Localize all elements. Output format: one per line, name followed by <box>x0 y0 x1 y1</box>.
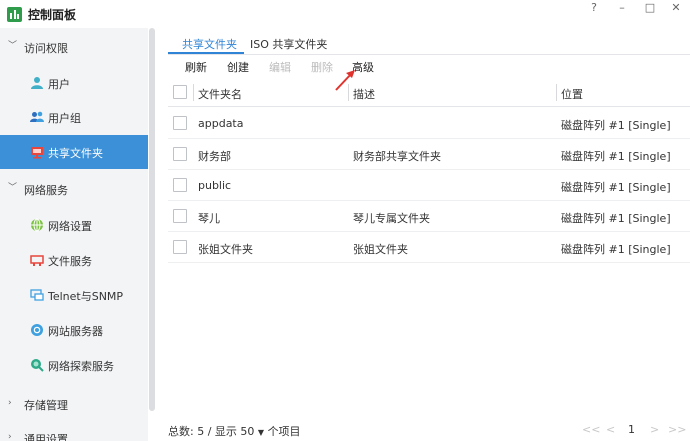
chevron-right-icon: › <box>8 398 12 408</box>
network-discovery-icon <box>31 359 44 372</box>
sidebar-item-file-service[interactable]: 文件服务 <box>0 243 148 277</box>
column-divider[interactable] <box>348 84 349 101</box>
web-server-icon <box>31 324 43 336</box>
help-button[interactable]: ? <box>582 0 606 20</box>
last-page-button[interactable]: >> <box>668 423 686 436</box>
folder-name: 财务部 <box>198 150 231 163</box>
column-header-location[interactable]: 位置 <box>561 86 583 102</box>
page-size-select[interactable]: 50 ▼ <box>240 425 267 438</box>
prev-page-button[interactable]: < <box>606 423 615 436</box>
users-icon <box>30 111 44 122</box>
sidebar-item-shared-folder[interactable]: 共享文件夹 <box>0 135 148 169</box>
sidebar-item-label: 网络探索服务 <box>48 360 114 373</box>
sidebar-group-network[interactable]: ﹀ 网络服务 <box>0 174 148 204</box>
next-page-button[interactable]: > <box>650 423 659 436</box>
folder-location: 磁盘阵列 #1 [Single] <box>561 119 671 132</box>
edit-button[interactable]: 编辑 <box>269 59 291 75</box>
folder-location: 磁盘阵列 #1 [Single] <box>561 243 671 256</box>
sidebar-item-telnet-snmp[interactable]: Telnet与SNMP <box>0 278 148 312</box>
create-button[interactable]: 创建 <box>227 59 249 75</box>
sidebar: ﹀ 访问权限 用户 用户组 共享文件夹 ﹀ 网络服务 网络设置 文件服务 Tel… <box>0 28 148 441</box>
table-footer: 总数: 5 / 显示 50 ▼ 个项目 <box>168 423 301 439</box>
column-divider[interactable] <box>193 84 194 101</box>
item-unit-label: 个项目 <box>267 425 301 438</box>
folder-location: 磁盘阵列 #1 [Single] <box>561 181 671 194</box>
sidebar-group-label: 通用设置 <box>24 433 68 441</box>
sidebar-item-web-server[interactable]: 网站服务器 <box>0 313 148 347</box>
folder-location: 磁盘阵列 #1 [Single] <box>561 212 671 225</box>
column-header-name[interactable]: 文件夹名 <box>198 86 242 102</box>
chevron-right-icon: › <box>8 432 12 441</box>
maximize-button[interactable]: □ <box>638 0 662 20</box>
sidebar-item-label: 用户 <box>48 78 70 91</box>
table-row[interactable]: 琴儿 琴儿专属文件夹 磁盘阵列 #1 [Single] <box>168 201 690 232</box>
item-count-summary: 总数: 5 / 显示 <box>168 425 237 438</box>
sidebar-item-label: 共享文件夹 <box>48 147 103 160</box>
table-row[interactable]: 财务部 财务部共享文件夹 磁盘阵列 #1 [Single] <box>168 139 690 170</box>
folder-description: 琴儿专属文件夹 <box>353 212 430 225</box>
table-row[interactable]: appdata 磁盘阵列 #1 [Single] <box>168 108 690 139</box>
column-header-description[interactable]: 描述 <box>353 86 375 102</box>
monitor-icon <box>30 289 44 301</box>
globe-icon <box>31 218 43 232</box>
table-row[interactable]: public 磁盘阵列 #1 [Single] <box>168 170 690 201</box>
page-size-value: 50 <box>240 425 255 438</box>
title-bar: 控制面板 ? – □ ✕ <box>0 0 690 28</box>
refresh-button[interactable]: 刷新 <box>185 59 207 75</box>
sidebar-group-storage[interactable]: › 存储管理 <box>0 389 148 419</box>
sidebar-group-label: 访问权限 <box>24 42 68 55</box>
folder-name: 琴儿 <box>198 212 220 225</box>
sidebar-item-label: 用户组 <box>48 112 81 125</box>
select-all-checkbox[interactable] <box>173 85 187 99</box>
row-checkbox[interactable] <box>173 209 187 223</box>
row-checkbox[interactable] <box>173 240 187 254</box>
folder-name: 张姐文件夹 <box>198 243 253 256</box>
row-checkbox[interactable] <box>173 178 187 192</box>
file-service-icon <box>30 255 44 266</box>
tab-iso-shared-folder[interactable]: ISO 共享文件夹 <box>250 36 327 52</box>
sidebar-item-label: 网络设置 <box>48 220 92 233</box>
user-icon <box>31 77 43 89</box>
close-button[interactable]: ✕ <box>664 0 688 20</box>
sidebar-item-user[interactable]: 用户 <box>0 66 148 100</box>
sidebar-item-network-discovery[interactable]: 网络探索服务 <box>0 348 148 382</box>
sidebar-scrollbar[interactable] <box>149 28 155 411</box>
folder-name: public <box>198 179 232 192</box>
current-page-number[interactable]: 1 <box>628 423 635 436</box>
column-divider[interactable] <box>556 84 557 101</box>
folder-name: appdata <box>198 117 244 130</box>
sidebar-group-access[interactable]: ﹀ 访问权限 <box>0 32 148 62</box>
sidebar-item-user-group[interactable]: 用户组 <box>0 100 148 134</box>
sidebar-group-label: 存储管理 <box>24 399 68 412</box>
sidebar-group-label: 网络服务 <box>24 184 68 197</box>
delete-button[interactable]: 删除 <box>311 59 333 75</box>
sidebar-group-general[interactable]: › 通用设置 <box>0 423 148 441</box>
minimize-button[interactable]: – <box>610 0 634 20</box>
caret-down-icon: ▼ <box>257 428 265 437</box>
sidebar-item-label: 网站服务器 <box>48 325 103 338</box>
sidebar-item-label: Telnet与SNMP <box>48 290 124 303</box>
row-checkbox[interactable] <box>173 116 187 130</box>
window-title: 控制面板 <box>28 8 77 22</box>
chevron-down-icon: ﹀ <box>8 183 18 193</box>
tab-shared-folder[interactable]: 共享文件夹 <box>182 36 237 52</box>
folder-location: 磁盘阵列 #1 [Single] <box>561 150 671 163</box>
shared-folder-icon <box>31 147 43 159</box>
sidebar-item-label: 文件服务 <box>48 255 92 268</box>
tab-divider <box>168 54 690 55</box>
control-panel-icon <box>7 7 22 22</box>
chevron-down-icon: ﹀ <box>8 41 18 51</box>
first-page-button[interactable]: << <box>582 423 600 436</box>
sidebar-item-network-settings[interactable]: 网络设置 <box>0 208 148 242</box>
folder-description: 张姐文件夹 <box>353 243 408 256</box>
table-header: 文件夹名 描述 位置 <box>168 78 690 107</box>
row-checkbox[interactable] <box>173 147 187 161</box>
folder-description: 财务部共享文件夹 <box>353 150 441 163</box>
table-row[interactable]: 张姐文件夹 张姐文件夹 磁盘阵列 #1 [Single] <box>168 232 690 263</box>
